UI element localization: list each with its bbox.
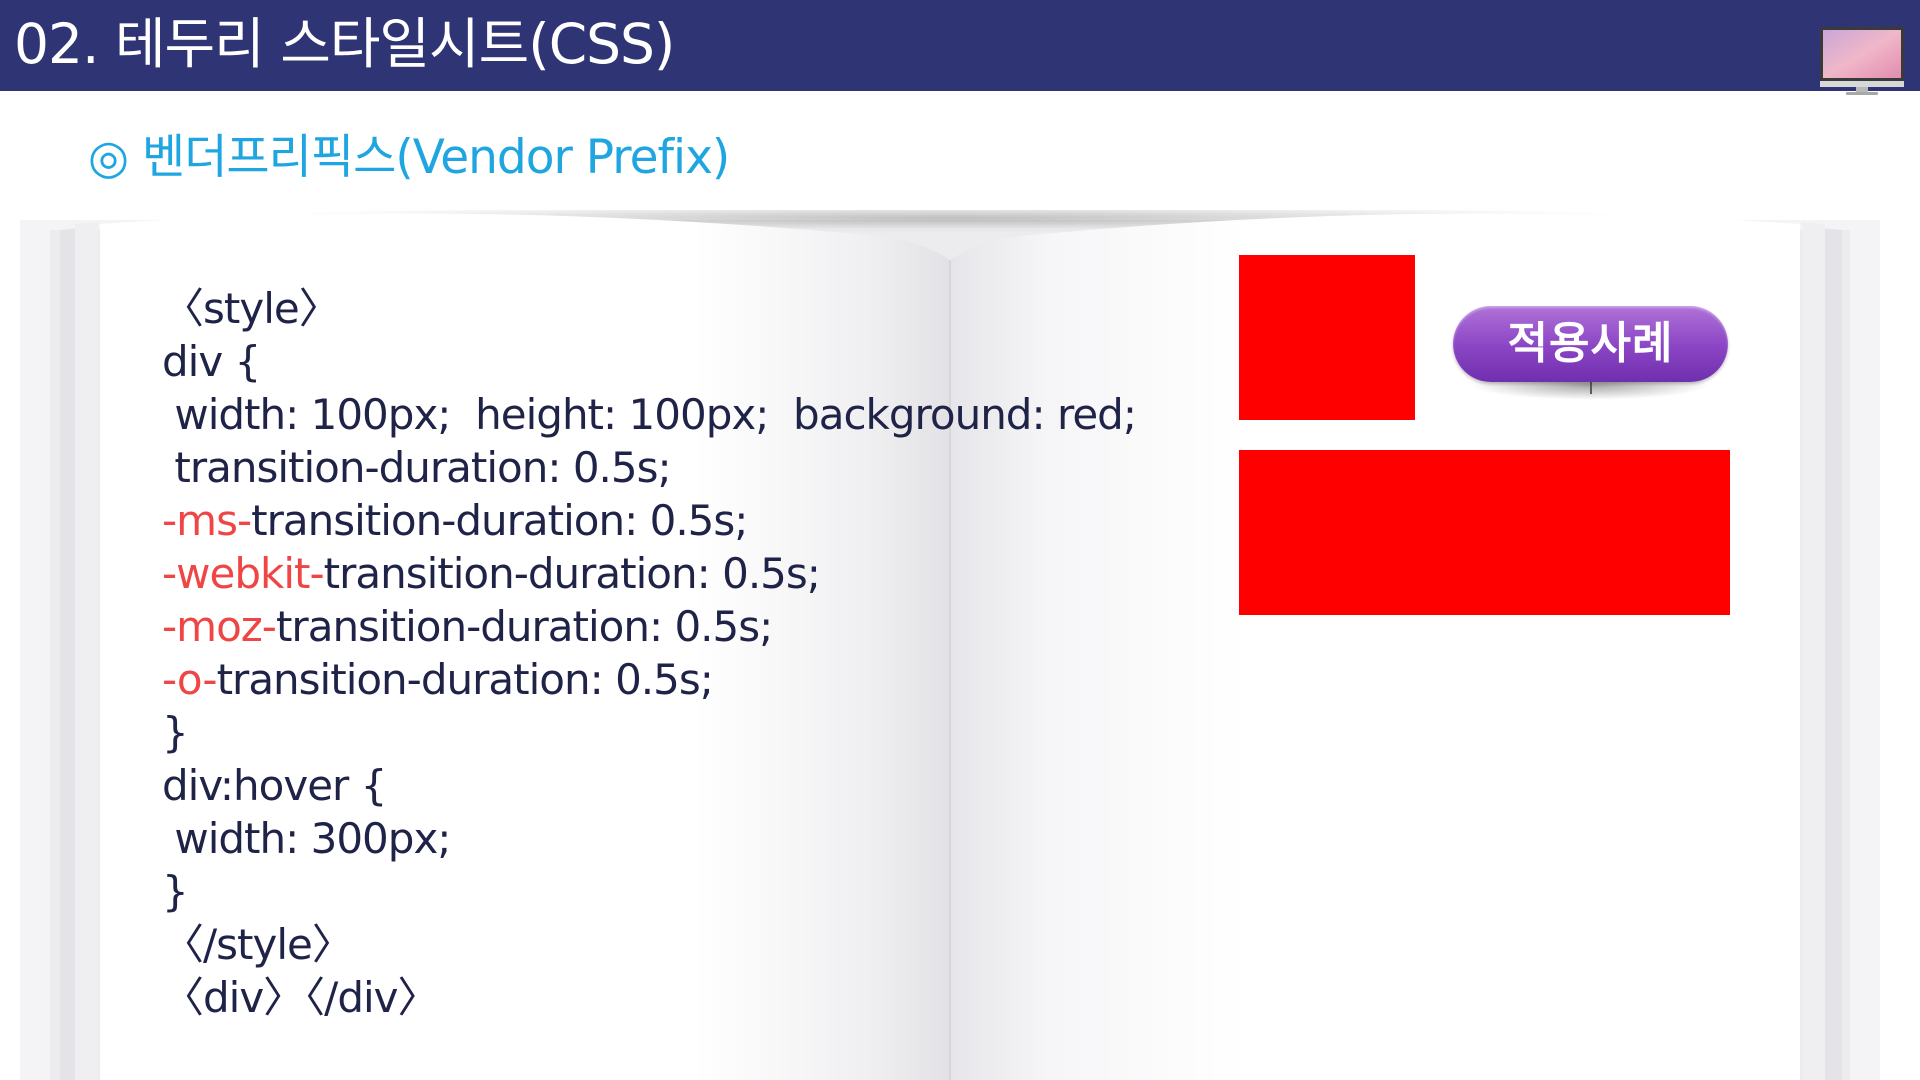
code-text: transition-duration: 0.5s; [162,443,671,492]
demo-box-hover [1239,450,1730,615]
code-text: 〈style〉 [162,284,341,333]
code-line: 〈/style〉 [162,918,1136,971]
badge-pin [1590,382,1592,394]
code-line: div:hover { [162,759,1136,812]
code-line: transition-duration: 0.5s; [162,441,1136,494]
code-text: width: 100px; height: 100px; background:… [162,390,1137,439]
code-text: width: 300px; [162,814,451,863]
code-line: 〈div〉〈/div〉 [162,971,1136,1024]
vendor-prefix: -ms- [162,496,252,545]
code-text: } [162,867,189,916]
demo-box-default [1239,255,1415,420]
code-text: div { [162,337,261,386]
page-title: 02. 테두리 스타일시트(CSS) [14,12,675,76]
vendor-prefix: -moz- [162,602,277,651]
code-sample: 〈style〉 div { width: 100px; height: 100px… [162,282,1137,1024]
code-text: } [162,708,189,757]
code-text: transition-duration: 0.5s; [216,655,714,704]
code-line: -o-transition-duration: 0.5s; [162,653,1136,706]
code-text: 〈/style〉 [162,920,354,969]
vendor-prefix: -webkit- [162,549,325,598]
code-line: width: 300px; [162,812,1136,865]
code-text: transition-duration: 0.5s; [251,496,748,545]
vendor-prefix: -o- [162,655,218,704]
code-line: } [162,706,1136,759]
code-line: -webkit-transition-duration: 0.5s; [162,547,1136,600]
code-line: -ms-transition-duration: 0.5s; [162,494,1136,547]
code-line: 〈style〉 [162,282,1136,335]
section-heading: ◎ 벤더프리픽스(Vendor Prefix) [88,130,730,185]
code-text: 〈div〉〈/div〉 [162,973,440,1022]
code-text: transition-duration: 0.5s; [323,549,821,598]
example-badge: 적용사례 [1453,306,1728,382]
code-text: transition-duration: 0.5s; [275,602,773,651]
monitor-icon [1820,27,1904,95]
header-bar: 02. 테두리 스타일시트(CSS) [0,0,1920,91]
code-line: } [162,865,1136,918]
code-line: -moz-transition-duration: 0.5s; [162,600,1136,653]
code-line: width: 100px; height: 100px; background:… [162,388,1137,441]
code-text: div:hover { [162,761,387,810]
code-line: div { [162,335,1136,388]
